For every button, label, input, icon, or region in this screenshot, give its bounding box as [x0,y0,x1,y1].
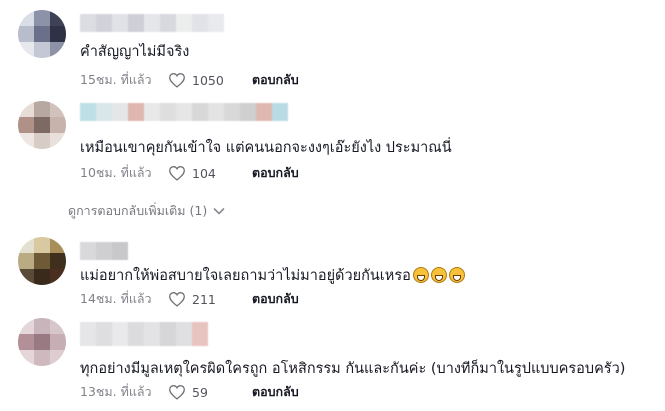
heart-outline-icon [169,385,185,400]
avatar-mosaic-cell [18,350,34,366]
chevron-down-icon [213,207,225,215]
avatar-mosaic-cell [34,26,50,42]
comment-text-content: แม่อยากให้พ่อสบายใจเลยถามว่าไม่มาอยู่ด้ว… [80,268,411,284]
heart-outline-icon [169,166,185,181]
avatar-mosaic-cell [18,269,34,285]
avatar-mosaic-cell [18,101,34,117]
view-more-replies-button[interactable]: ดูการตอบกลับเพิ่มเติม (1) [68,201,225,221]
comment-text: เหมือนเขาคุยกันเข้าใจ แต่คนนอกจะงงๆเอ๊ะย… [80,140,452,156]
avatar-mosaic-cell [50,237,66,253]
avatar[interactable] [18,10,66,58]
like-button[interactable]: 1050 [168,72,252,88]
heart-outline-icon [169,73,185,88]
avatar-mosaic-cell [18,26,34,42]
reply-button[interactable]: ตอบกลับ [252,382,299,402]
like-button[interactable]: 211 [168,291,252,307]
avatar-mosaic-cell [34,133,50,149]
avatar-mosaic-cell [18,318,34,334]
grinning-face-icon [430,267,447,283]
comment-time: 15ชม. ที่แล้ว [80,72,152,87]
avatar-mosaic-cell [18,237,34,253]
avatar-mosaic-cell [50,26,66,42]
avatar-mosaic-cell [18,10,34,26]
comment-time: 13ชม. ที่แล้ว [80,384,152,399]
avatar-mosaic-cell [34,269,50,285]
like-count: 211 [192,291,216,307]
avatar[interactable] [18,237,66,285]
reply-button[interactable]: ตอบกลับ [252,289,299,309]
avatar[interactable] [18,318,66,366]
avatar-mosaic-cell [34,42,50,58]
grinning-face-icon [448,267,465,283]
avatar-mosaic-cell [50,42,66,58]
username-blurred[interactable] [80,322,208,346]
avatar-mosaic-cell [34,10,50,26]
like-count: 104 [192,165,216,181]
avatar[interactable] [18,101,66,149]
like-count: 59 [192,384,208,400]
view-more-replies-label: ดูการตอบกลับเพิ่มเติม (1) [68,203,208,218]
avatar-mosaic-cell [50,318,66,334]
avatar-mosaic-cell [18,42,34,58]
avatar-mosaic-cell [50,334,66,350]
avatar-mosaic-cell [50,350,66,366]
avatar-mosaic-cell [50,253,66,269]
avatar-mosaic-cell [50,133,66,149]
avatar-mosaic-cell [50,101,66,117]
avatar-mosaic-cell [34,350,50,366]
comment-meta: 10ชม. ที่แล้ว 104 ตอบกลับ [80,163,299,183]
reply-button[interactable]: ตอบกลับ [252,163,299,183]
heart-outline-icon [169,292,185,307]
avatar-mosaic-cell [50,269,66,285]
avatar-mosaic-cell [50,10,66,26]
avatar-mosaic-cell [18,334,34,350]
avatar-mosaic-cell [34,117,50,133]
comment-meta: 14ชม. ที่แล้ว 211 ตอบกลับ [80,289,299,309]
avatar-mosaic-cell [34,318,50,334]
like-button[interactable]: 59 [168,384,252,400]
username-blurred[interactable] [80,103,288,121]
avatar-mosaic-cell [50,117,66,133]
comment-meta: 15ชม. ที่แล้ว 1050 ตอบกลับ [80,70,299,90]
comment-time: 14ชม. ที่แล้ว [80,291,152,306]
username-blurred[interactable] [80,242,128,260]
comment-text: คำสัญญาไม่มีจริง [80,44,190,60]
avatar-mosaic-cell [18,117,34,133]
like-count: 1050 [192,72,224,88]
reply-button[interactable]: ตอบกลับ [252,70,299,90]
avatar-mosaic-cell [18,253,34,269]
comment-time: 10ชม. ที่แล้ว [80,165,152,180]
avatar-mosaic-cell [34,237,50,253]
avatar-mosaic-cell [34,101,50,117]
avatar-mosaic-cell [34,334,50,350]
avatar-mosaic-cell [18,133,34,149]
comment-meta: 13ชม. ที่แล้ว 59 ตอบกลับ [80,382,299,402]
grinning-face-icon [412,267,429,283]
avatar-mosaic-cell [34,253,50,269]
like-button[interactable]: 104 [168,165,252,181]
comment-text: แม่อยากให้พ่อสบายใจเลยถามว่าไม่มาอยู่ด้ว… [80,264,465,287]
username-blurred[interactable] [80,14,224,32]
comment-text: ทุกอย่างมีมูลเหตุใครผิดใครถูก อโหสิกรรม … [80,361,626,377]
